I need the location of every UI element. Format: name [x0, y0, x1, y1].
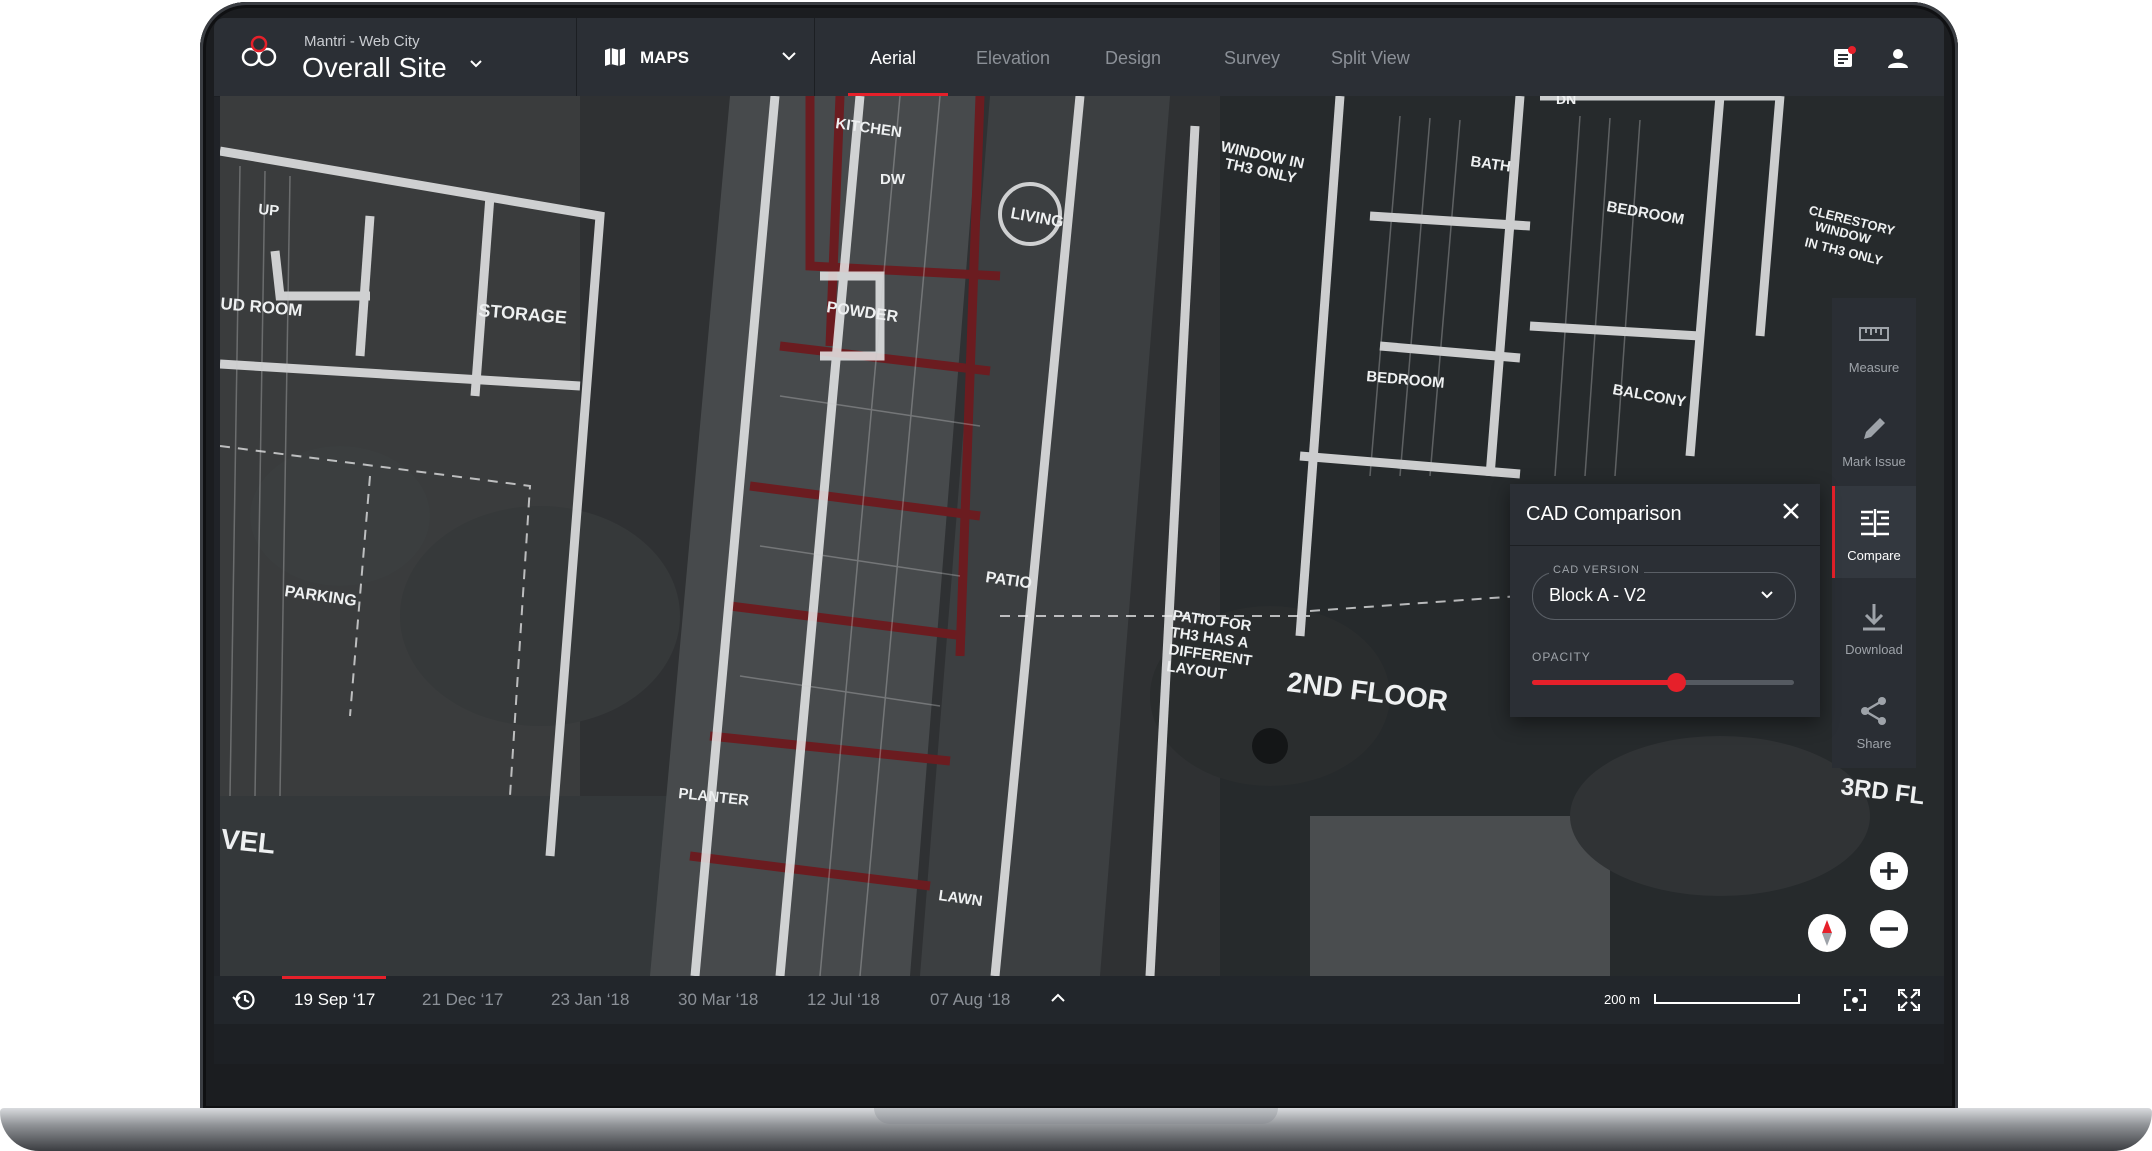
timeline-date[interactable]: 30 Mar ‘18	[678, 990, 758, 1010]
timeline-bar: 19 Sep ‘17 21 Dec ‘17 23 Jan ‘18 30 Mar …	[214, 976, 1944, 1024]
compass-icon	[1822, 920, 1832, 946]
zoom-out-button[interactable]	[1870, 910, 1908, 948]
compare-icon	[1861, 509, 1889, 537]
download-label: Download	[1845, 642, 1903, 657]
opacity-slider-fill	[1532, 680, 1677, 685]
tab-design[interactable]: Design	[1105, 48, 1161, 69]
chevron-down-icon	[782, 52, 796, 61]
site-selector[interactable]: Overall Site	[302, 52, 447, 84]
ruler-icon	[1859, 327, 1889, 341]
notes-icon[interactable]	[1832, 46, 1856, 70]
map-icon	[605, 48, 625, 66]
close-icon[interactable]	[1780, 500, 1802, 522]
maps-dropdown[interactable]: MAPS	[604, 38, 804, 76]
screen-bottom-strip	[214, 1024, 1944, 1064]
map-label-dw: DW	[880, 171, 906, 188]
fullscreen-icon[interactable]	[1898, 989, 1920, 1011]
timeline-date[interactable]: 12 Jul ‘18	[807, 990, 880, 1010]
laptop-notch	[874, 1108, 1278, 1124]
brand-logo-icon[interactable]	[238, 32, 280, 74]
measure-tool[interactable]: Measure	[1832, 298, 1916, 390]
chevron-down-icon	[1761, 591, 1773, 599]
scale-bar	[1654, 994, 1800, 1004]
zoom-in-button[interactable]	[1870, 852, 1908, 890]
mark-issue-label: Mark Issue	[1842, 454, 1906, 469]
timeline-active-indicator	[282, 976, 386, 979]
focus-icon[interactable]	[1844, 989, 1866, 1011]
opacity-slider-thumb[interactable]	[1667, 673, 1687, 692]
divider	[576, 18, 577, 96]
opacity-slider[interactable]	[1532, 673, 1794, 692]
timeline-date[interactable]: 19 Sep ‘17	[294, 990, 375, 1010]
minus-icon	[1880, 927, 1898, 931]
map-label-vel: VEL	[220, 823, 277, 860]
share-label: Share	[1856, 736, 1892, 751]
project-name: Mantri - Web City	[304, 33, 420, 50]
compare-label: Compare	[1847, 548, 1901, 563]
mark-issue-tool[interactable]: Mark Issue	[1832, 392, 1916, 484]
cad-version-label: CAD VERSION	[1549, 564, 1644, 576]
tool-rail: Measure Mark Issue Compare Download Shar…	[1832, 298, 1916, 768]
measure-label: Measure	[1848, 360, 1900, 375]
plus-icon	[1880, 862, 1898, 880]
user-icon[interactable]	[1886, 46, 1910, 70]
cad-version-select[interactable]: CAD VERSION Block A - V2	[1532, 564, 1796, 620]
tab-split-view[interactable]: Split View	[1331, 48, 1410, 69]
chevron-up-icon[interactable]	[1051, 993, 1065, 1002]
top-bar: Mantri - Web City Overall Site MAPS Aeri…	[214, 18, 1944, 97]
cad-version-value: Block A - V2	[1549, 585, 1647, 605]
timeline-date[interactable]: 07 Aug ‘18	[930, 990, 1010, 1010]
tab-survey[interactable]: Survey	[1224, 48, 1280, 69]
compass-button[interactable]	[1808, 914, 1846, 952]
panel-title: CAD Comparison	[1526, 503, 1682, 525]
divider	[814, 18, 815, 96]
timeline-date[interactable]: 21 Dec ‘17	[422, 990, 503, 1010]
opacity-label: OPACITY	[1532, 650, 1591, 664]
download-icon	[1863, 604, 1885, 631]
chevron-down-icon[interactable]	[470, 60, 482, 68]
share-tool[interactable]: Share	[1832, 674, 1916, 766]
active-tool-indicator	[1832, 486, 1835, 578]
divider	[1510, 545, 1820, 546]
tab-aerial[interactable]: Aerial	[870, 48, 916, 69]
download-tool[interactable]: Download	[1832, 580, 1916, 672]
tab-elevation[interactable]: Elevation	[976, 48, 1050, 69]
app-screen: Mantri - Web City Overall Site MAPS Aeri…	[214, 18, 1944, 1064]
history-icon[interactable]	[232, 988, 256, 1012]
map-label-dn: DN	[1556, 96, 1576, 107]
timeline-date[interactable]: 23 Jan ‘18	[551, 990, 629, 1010]
compare-tool[interactable]: Compare	[1832, 486, 1916, 578]
cad-comparison-panel: CAD Comparison CAD VERSION Block A - V2 …	[1510, 484, 1820, 717]
maps-label: MAPS	[640, 48, 690, 67]
map-label-up: UP	[258, 201, 280, 220]
scale-label: 200 m	[1604, 992, 1641, 1007]
pencil-icon	[1864, 418, 1885, 439]
share-icon	[1861, 697, 1886, 725]
